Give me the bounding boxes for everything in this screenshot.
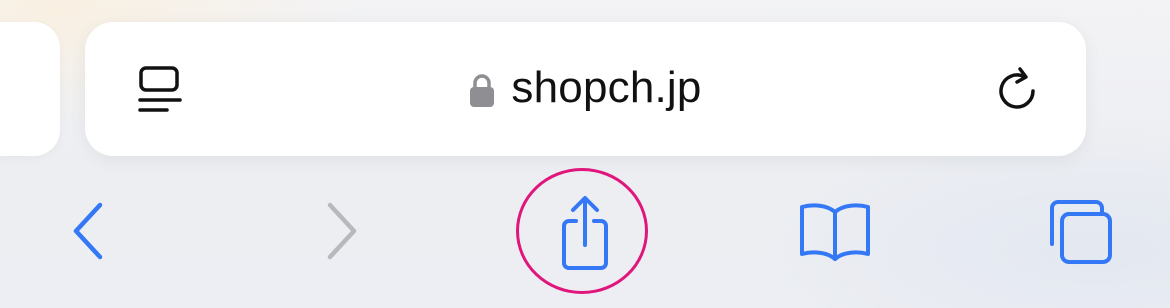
- share-button[interactable]: [540, 188, 630, 278]
- tabs-icon: [1050, 200, 1112, 264]
- previous-tab-card[interactable]: [0, 22, 60, 156]
- chevron-right-icon: [327, 202, 357, 260]
- tabs-button[interactable]: [1040, 194, 1120, 270]
- chevron-left-icon: [73, 202, 103, 260]
- book-icon: [800, 203, 870, 261]
- reload-button[interactable]: [991, 62, 1047, 118]
- back-button[interactable]: [58, 196, 118, 266]
- share-icon: [562, 196, 608, 270]
- reload-icon: [999, 67, 1035, 109]
- url-display[interactable]: shopch.jp: [85, 62, 1086, 118]
- url-text: shopch.jp: [511, 63, 702, 112]
- lock-icon: [469, 72, 495, 108]
- forward-button[interactable]: [312, 196, 372, 266]
- address-bar[interactable]: shopch.jp: [85, 22, 1086, 156]
- bookmarks-button[interactable]: [790, 196, 880, 266]
